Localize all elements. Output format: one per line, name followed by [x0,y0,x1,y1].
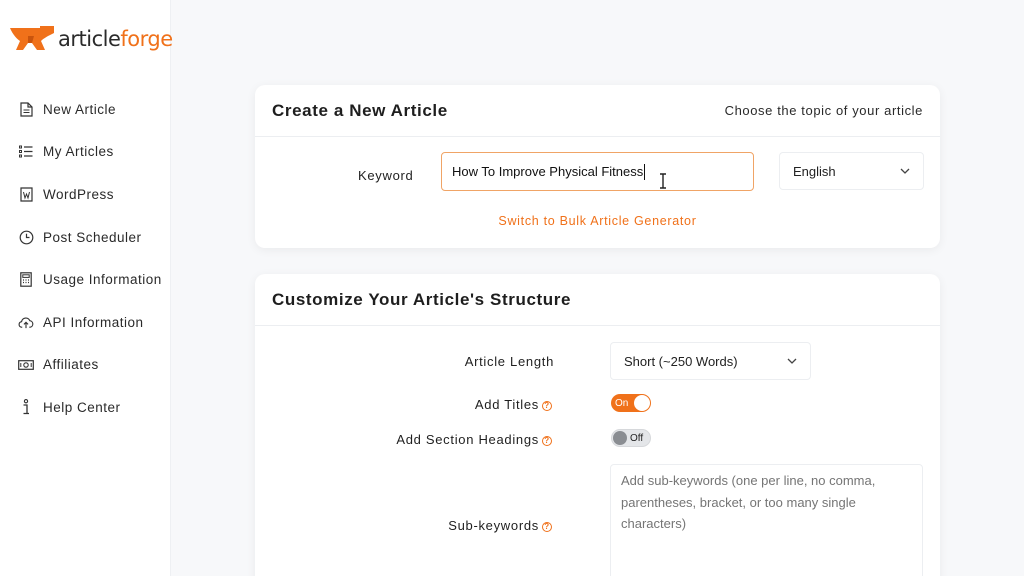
create-article-card: Create a New Article Choose the topic of… [255,85,940,248]
articleforge-logo[interactable]: articleforge [10,22,173,56]
sidebar-item-affiliates[interactable]: Affiliates [0,344,171,387]
sidebar: articleforge New Article My Articles Wor… [0,0,173,576]
sidebar-item-api-information[interactable]: API Information [0,301,171,344]
sidebar-nav: New Article My Articles WordPress Post S… [0,88,171,429]
card-title: Customize Your Article's Structure [272,289,572,309]
money-icon [18,357,34,373]
sidebar-item-help-center[interactable]: Help Center [0,386,171,429]
card-header: Customize Your Article's Structure [255,274,940,326]
chevron-down-icon [900,168,910,174]
article-structure-card: Customize Your Article's Structure Artic… [255,274,940,576]
logo-text: articleforge [58,27,173,51]
sidebar-item-my-articles[interactable]: My Articles [0,131,171,174]
text-cursor-icon [660,173,666,189]
help-icon[interactable]: ? [542,521,552,532]
article-length-value: Short (~250 Words) [624,353,738,369]
clock-icon [18,229,34,245]
toggle-knob [613,431,627,445]
sidebar-item-label: Affiliates [43,357,99,373]
toggle-state: On [615,397,629,409]
sidebar-item-label: Help Center [43,399,121,415]
sidebar-item-label: My Articles [43,144,114,160]
add-section-headings-label: Add Section Headings? [396,432,552,447]
sub-keywords-textarea[interactable] [610,464,923,576]
card-header: Create a New Article Choose the topic of… [255,85,940,137]
sidebar-item-post-scheduler[interactable]: Post Scheduler [0,216,171,259]
text-caret [644,163,646,180]
keyword-label: Keyword [358,168,414,183]
sidebar-item-new-article[interactable]: New Article [0,88,171,131]
sidebar-item-label: Post Scheduler [43,229,142,245]
info-icon [18,399,34,415]
keyword-input-value: How To Improve Physical Fitness [452,164,644,179]
anvil-icon [10,26,54,50]
card-subtitle: Choose the topic of your article [724,103,923,118]
article-length-select[interactable]: Short (~250 Words) [610,342,811,380]
cloud-upload-icon [18,314,34,330]
card-title: Create a New Article [272,100,448,120]
calculator-icon [18,272,34,288]
sidebar-item-label: New Article [43,101,117,117]
sub-keywords-label: Sub-keywords? [448,518,552,533]
toggle-knob [634,395,650,411]
sidebar-item-usage-information[interactable]: Usage Information [0,258,171,301]
document-icon [18,101,34,117]
article-length-label: Article Length [464,354,554,369]
sidebar-item-label: WordPress [43,186,115,202]
chevron-down-icon [787,358,797,364]
sidebar-item-wordpress[interactable]: WordPress [0,173,171,216]
help-icon[interactable]: ? [542,400,552,411]
list-icon [18,144,34,160]
add-section-headings-toggle[interactable]: Off [611,429,651,447]
wordpress-doc-icon [18,186,34,202]
sidebar-item-label: API Information [43,314,144,330]
sidebar-item-label: Usage Information [43,272,162,288]
help-icon[interactable]: ? [542,435,552,446]
add-titles-label: Add Titles? [475,397,552,412]
language-select-value: English [793,163,836,179]
language-select[interactable]: English [779,152,924,190]
add-titles-toggle[interactable]: On [611,394,651,412]
toggle-state: Off [630,432,644,444]
keyword-input[interactable]: How To Improve Physical Fitness [441,152,754,191]
bulk-article-generator-link[interactable]: Switch to Bulk Article Generator [255,214,940,228]
